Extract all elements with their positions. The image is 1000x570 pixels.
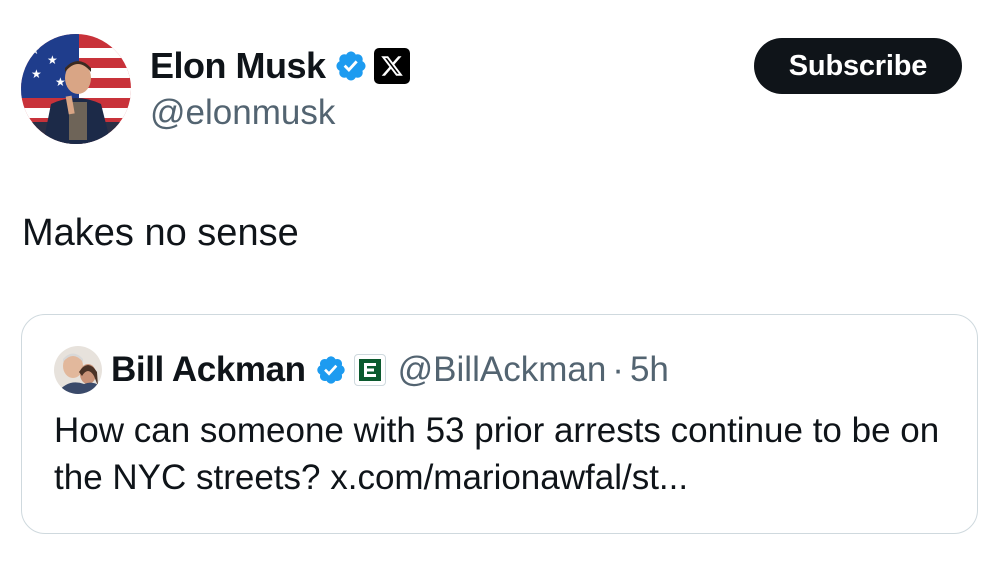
verified-badge-icon[interactable] xyxy=(334,49,368,83)
pershing-square-logo-icon[interactable] xyxy=(353,354,386,386)
svg-text:★: ★ xyxy=(47,53,58,67)
svg-text:★: ★ xyxy=(55,75,66,89)
quoted-tweet-header: Bill Ackman @BillAckman · 5h xyxy=(111,350,669,390)
quoted-tweet-text: How can someone with 53 prior arrests co… xyxy=(54,411,940,497)
author-name-row: Elon Musk xyxy=(150,46,410,86)
svg-text:★: ★ xyxy=(29,43,40,57)
dot-separator: · xyxy=(612,350,624,389)
verified-badge-icon[interactable] xyxy=(315,354,347,386)
pershing-square-logo-glyph xyxy=(358,359,381,381)
quoted-author-handle[interactable]: @BillAckman xyxy=(398,350,607,390)
quoted-tweet-timestamp[interactable]: 5h xyxy=(630,350,669,390)
quoted-author-name[interactable]: Bill Ackman xyxy=(111,350,306,390)
author-avatar[interactable]: ★ ★ ★ ★ xyxy=(21,34,131,144)
quoted-author-avatar-image xyxy=(54,346,102,394)
tweet-text: Makes no sense xyxy=(22,212,299,254)
svg-text:★: ★ xyxy=(31,67,42,81)
author-display-name[interactable]: Elon Musk xyxy=(150,46,326,86)
subscribe-button[interactable]: Subscribe xyxy=(754,38,962,94)
quoted-tweet-card[interactable]: Bill Ackman @BillAckman · 5h How can som… xyxy=(21,314,978,534)
quoted-author-avatar[interactable] xyxy=(54,346,102,394)
x-logo-glyph xyxy=(380,56,403,76)
x-logo-icon[interactable] xyxy=(373,48,410,84)
author-avatar-image: ★ ★ ★ ★ xyxy=(21,34,131,144)
author-handle[interactable]: @elonmusk xyxy=(150,93,335,133)
